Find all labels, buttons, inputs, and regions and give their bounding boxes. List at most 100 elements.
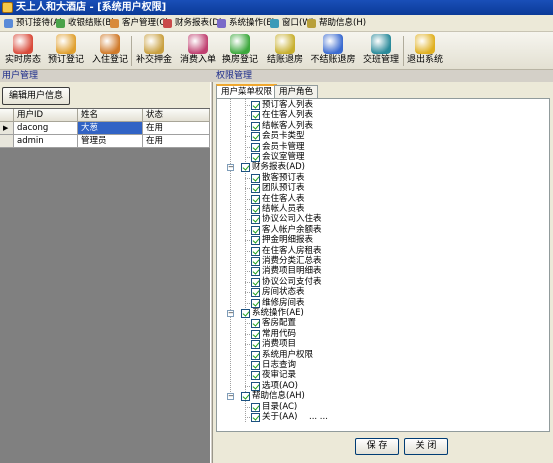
tab-user-roles[interactable]: 用户角色 <box>274 85 319 98</box>
menu-item[interactable]: 收银结账(B) <box>56 17 114 30</box>
tree-node-label: 房间状态表 <box>262 287 305 298</box>
toolbar-button[interactable]: 入住登记 <box>89 34 131 69</box>
menu-item-label: 财务报表(D) <box>175 18 223 28</box>
row-header <box>0 135 14 148</box>
tree-connector <box>245 385 250 387</box>
toolbar-button-label: 换房登记 <box>221 55 258 65</box>
menu-item[interactable]: 系统操作(E) <box>217 17 275 30</box>
checkbox-checked-icon[interactable] <box>251 361 260 370</box>
checkbox-checked-icon[interactable] <box>251 319 260 329</box>
menu-item-label: 系统操作(E) <box>229 18 276 28</box>
checkbox-checked-icon[interactable] <box>251 277 260 287</box>
tree-connector <box>245 229 250 231</box>
cell-status[interactable]: 在用 <box>143 122 210 135</box>
toolbar-button[interactable]: 消费入单 <box>178 34 218 69</box>
checkbox-checked-icon[interactable] <box>251 225 260 235</box>
col-header-name[interactable]: 姓名 <box>78 109 143 122</box>
checkbox-checked-icon[interactable] <box>251 111 260 121</box>
tree-connector <box>245 281 250 283</box>
toolbar-button-label: 预订登记 <box>47 55 84 65</box>
checkbox-checked-icon[interactable] <box>251 173 260 183</box>
checkbox-checked-icon[interactable] <box>251 184 260 194</box>
cell-name[interactable]: 大葱 <box>78 122 143 135</box>
tree-connector <box>245 261 250 262</box>
close-button[interactable]: 关 闭 <box>404 438 448 455</box>
tree-node-label: 会员卡类型 <box>262 131 305 142</box>
tree-node-label: 押金明细报表 <box>262 235 314 246</box>
toolbar-button[interactable]: 不结账退房 <box>308 34 358 69</box>
cell-status[interactable]: 在用 <box>143 135 210 148</box>
checkbox-checked-icon[interactable] <box>251 288 260 298</box>
table-row[interactable]: ▶ dacong 大葱 在用 <box>0 122 210 135</box>
checkbox-checked-icon[interactable] <box>251 371 260 381</box>
menu-item-label: 客户管理(C) <box>122 18 169 28</box>
menu-icon <box>217 19 226 28</box>
title-bar: 天上人和大酒店 - [系统用户权限] <box>0 0 553 15</box>
toolbar-button[interactable]: 退出系统 <box>405 34 445 69</box>
checkbox-checked-icon[interactable] <box>251 205 260 214</box>
checkbox-checked-icon[interactable] <box>251 402 260 412</box>
cell-user-id[interactable]: dacong <box>14 122 78 135</box>
checkbox-checked-icon[interactable] <box>251 381 260 391</box>
checkbox-checked-icon[interactable] <box>251 121 260 131</box>
save-button[interactable]: 保 存 <box>355 438 399 455</box>
tree-connector <box>245 375 250 377</box>
change-room-icon <box>230 34 250 54</box>
toolbar-button[interactable]: 结账退房 <box>264 34 306 69</box>
tree-node-label: 协议公司入住表 <box>262 214 322 225</box>
tree-connector <box>245 344 250 346</box>
checkbox-checked-icon[interactable] <box>251 194 260 204</box>
toolbar-button[interactable]: 补交押金 <box>134 34 174 69</box>
checkbox-checked-icon[interactable] <box>241 163 250 173</box>
cell-user-id[interactable]: admin <box>14 135 78 148</box>
checkbox-checked-icon[interactable] <box>251 153 260 162</box>
checkbox-checked-icon[interactable] <box>251 329 260 339</box>
edit-user-button[interactable]: 编辑用户信息 <box>2 87 71 105</box>
user-management-panel: 编辑用户信息 用户ID 姓名 状态 ▶ dacong 大葱 在用 admin 管… <box>0 82 210 463</box>
checkbox-checked-icon[interactable] <box>241 392 250 402</box>
menu-item[interactable]: 预订接待(A) <box>4 17 62 30</box>
checkbox-checked-icon[interactable] <box>251 350 260 360</box>
tree-connector <box>245 271 250 273</box>
user-grid: 用户ID 姓名 状态 ▶ dacong 大葱 在用 admin 管理员 在用 <box>0 108 210 463</box>
col-header-user-id[interactable]: 用户ID <box>14 109 78 122</box>
tree-connector <box>245 125 250 127</box>
checkbox-checked-icon[interactable] <box>251 340 260 350</box>
checkbox-checked-icon[interactable] <box>251 101 260 110</box>
menu-item[interactable]: 帮助信息(H) <box>307 17 366 30</box>
toolbar-button[interactable]: 预订登记 <box>46 34 86 69</box>
checkbox-checked-icon[interactable] <box>251 142 260 152</box>
collapse-toggle-icon[interactable]: − <box>227 393 234 401</box>
row-indicator-icon: ▶ <box>0 122 14 135</box>
cell-name[interactable]: 管理员 <box>78 135 143 148</box>
checkbox-checked-icon[interactable] <box>251 132 260 142</box>
collapse-toggle-icon[interactable]: − <box>227 164 234 172</box>
tree-node-label: 在住客人表 <box>262 193 305 204</box>
exit-icon <box>415 34 435 54</box>
toolbar-button[interactable]: 换房登记 <box>220 34 260 69</box>
toolbar-button[interactable]: 交班管理 <box>360 34 402 69</box>
toolbar-button-label: 退出系统 <box>406 55 443 65</box>
table-row[interactable]: admin 管理员 在用 <box>0 135 210 148</box>
menu-item[interactable]: 客户管理(C) <box>110 17 169 30</box>
checkbox-checked-icon[interactable] <box>251 236 260 246</box>
tree-node-label: 消费项目明细表 <box>262 266 322 277</box>
collapse-toggle-icon[interactable]: − <box>227 310 234 317</box>
row-header-corner <box>0 109 14 122</box>
col-header-status[interactable]: 状态 <box>143 109 210 122</box>
menu-item[interactable]: 财务报表(D) <box>163 17 222 30</box>
toolbar-button[interactable]: 实时房态 <box>3 34 43 69</box>
checkbox-checked-icon[interactable] <box>251 267 260 277</box>
checkout-icon <box>275 34 295 54</box>
tree-connector <box>245 105 250 106</box>
checkbox-checked-icon[interactable] <box>251 257 260 266</box>
tree-connector <box>245 292 250 294</box>
tab-user-menu-permissions[interactable]: 用户菜单权限 <box>216 84 278 98</box>
checkbox-checked-icon[interactable] <box>251 413 260 422</box>
checkbox-checked-icon[interactable] <box>251 298 260 308</box>
window-title: 天上人和大酒店 - [系统用户权限] <box>16 2 167 13</box>
checkbox-checked-icon[interactable] <box>251 246 260 256</box>
tree-connector <box>245 406 250 408</box>
checkbox-checked-icon[interactable] <box>241 309 250 318</box>
checkbox-checked-icon[interactable] <box>251 215 260 225</box>
